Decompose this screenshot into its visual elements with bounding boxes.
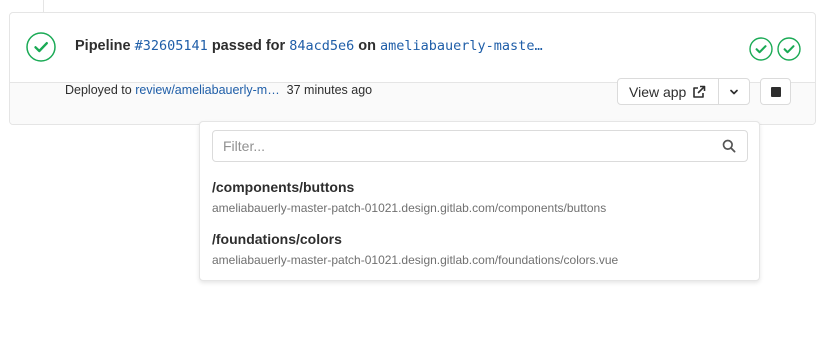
pipeline-passed-text: passed for xyxy=(211,38,286,54)
route-url: ameliabauerly-master-patch-01021.design.… xyxy=(212,201,607,215)
external-link-icon xyxy=(693,85,706,98)
filter-input[interactable] xyxy=(213,131,713,161)
route-path: /components/buttons xyxy=(212,179,355,195)
pipeline-label: Pipeline xyxy=(75,38,131,54)
deployed-to-text: Deployed to xyxy=(65,83,132,97)
search-icon xyxy=(722,139,736,153)
filter-box xyxy=(212,130,748,162)
route-list-item[interactable]: /foundations/colors ameliabauerly-master… xyxy=(212,231,618,267)
deployment-widget: Pipeline #32605141 passed for 84acd5e6 o… xyxy=(9,12,816,125)
timeline-line xyxy=(43,0,44,12)
pipeline-id-link[interactable]: #32605141 xyxy=(135,38,208,54)
stage-passed-icon[interactable] xyxy=(777,37,801,61)
stop-icon xyxy=(770,86,781,97)
branch-link[interactable]: ameliabauerly-maste… xyxy=(380,38,543,54)
stage-passed-icon[interactable] xyxy=(749,37,773,61)
pipeline-summary: Pipeline #32605141 passed for 84acd5e6 o… xyxy=(75,38,543,54)
view-app-label: View app xyxy=(629,83,687,100)
view-app-button[interactable]: View app xyxy=(617,78,719,105)
pipeline-section: Pipeline #32605141 passed for 84acd5e6 o… xyxy=(10,13,815,83)
pipeline-on-text: on xyxy=(358,38,376,54)
view-app-dropdown-button[interactable] xyxy=(718,78,750,105)
pipeline-stages xyxy=(749,37,801,61)
stop-environment-button[interactable] xyxy=(760,78,791,105)
deploy-time: 37 minutes ago xyxy=(286,83,373,97)
environment-link[interactable]: review/ameliabauerly-m… xyxy=(135,83,280,97)
deployment-info: Deployed to review/ameliabauerly-m… 37 m… xyxy=(65,83,372,97)
route-list-item[interactable]: /components/buttons ameliabauerly-master… xyxy=(212,179,606,215)
view-app-dropdown: /components/buttons ameliabauerly-master… xyxy=(199,121,760,281)
pipeline-status-passed-icon[interactable] xyxy=(26,32,56,62)
chevron-down-icon xyxy=(730,89,738,94)
route-url: ameliabauerly-master-patch-01021.design.… xyxy=(212,253,619,267)
commit-sha-link[interactable]: 84acd5e6 xyxy=(289,38,354,54)
route-path: /foundations/colors xyxy=(212,231,342,247)
